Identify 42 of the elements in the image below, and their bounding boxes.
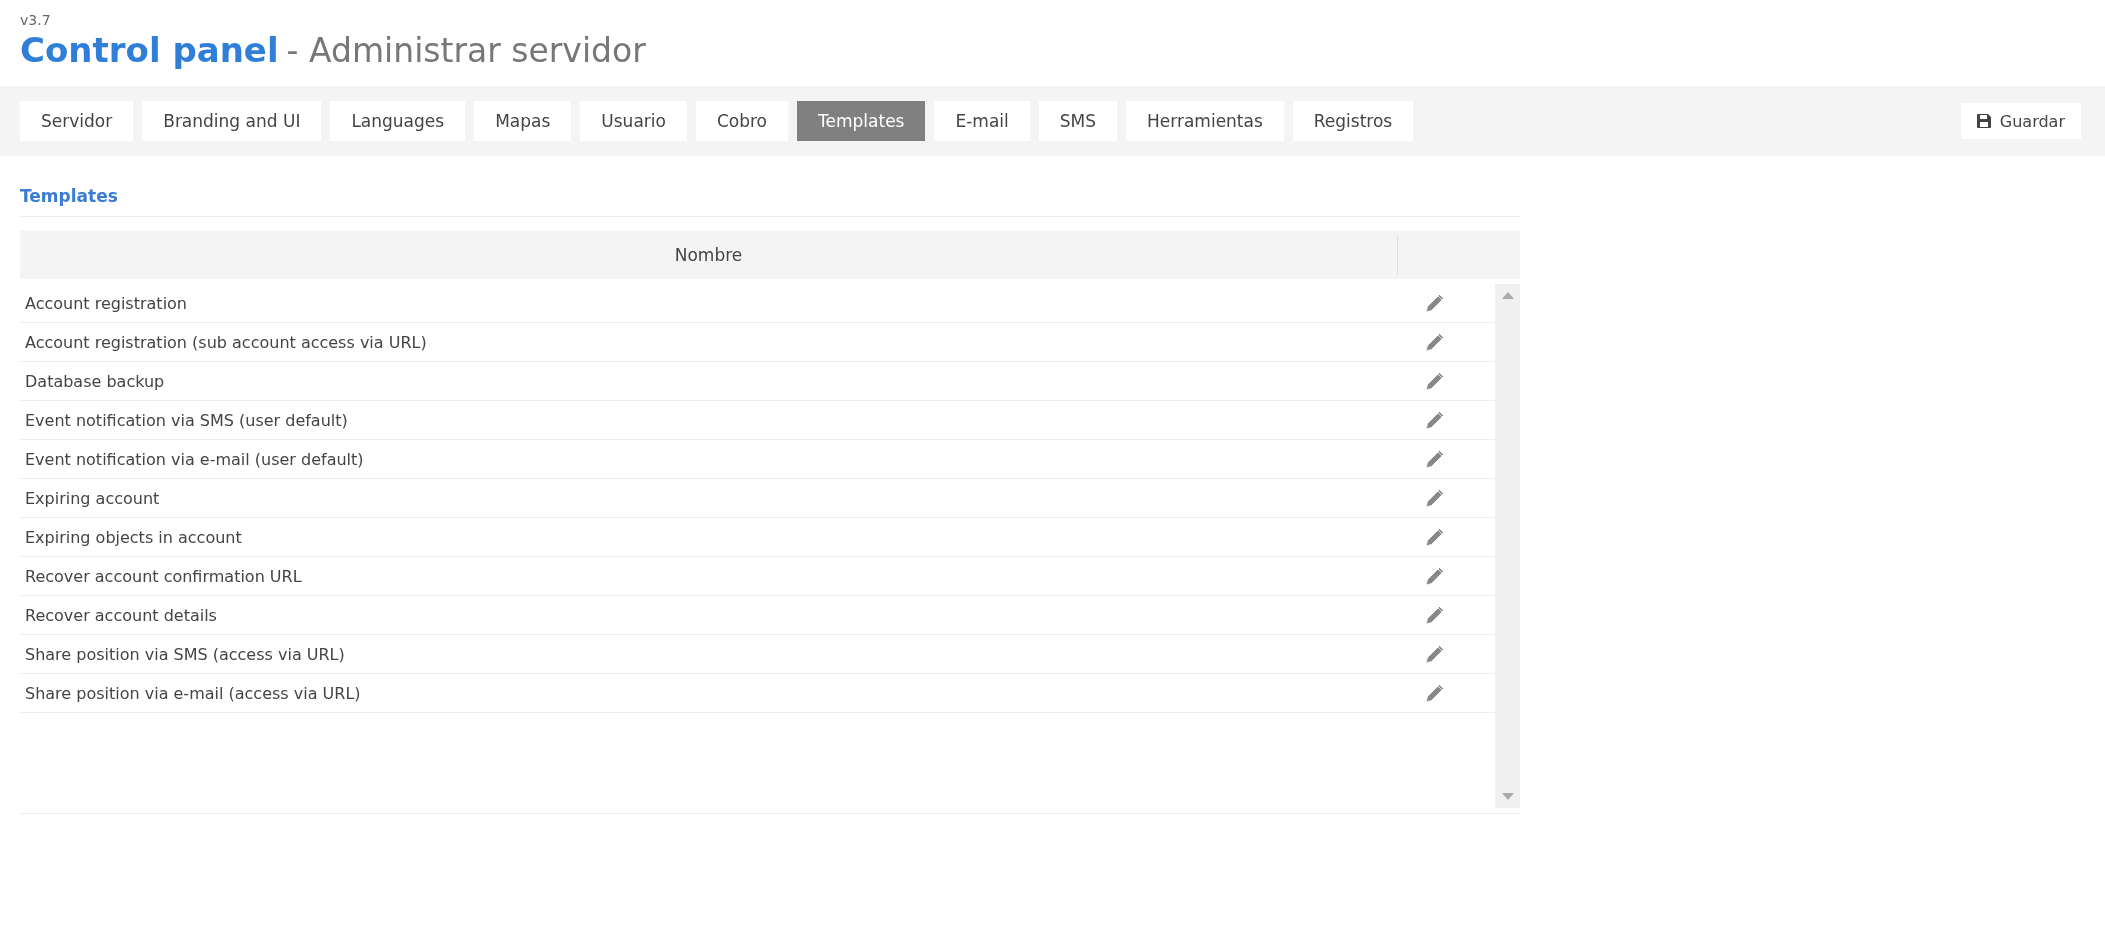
edit-pencil-icon[interactable]: [1425, 449, 1445, 469]
page-subtitle: - Administrar servidor: [286, 31, 646, 70]
section-title: Templates: [20, 186, 1520, 217]
template-name: Expiring objects in account: [24, 527, 243, 547]
template-name: Expiring account: [24, 488, 161, 508]
edit-pencil-icon[interactable]: [1425, 332, 1445, 352]
edit-pencil-icon[interactable]: [1425, 683, 1445, 703]
tab[interactable]: Cobro: [695, 101, 788, 141]
edit-pencil-icon[interactable]: [1425, 293, 1445, 313]
tab[interactable]: Usuario: [580, 101, 687, 141]
tab[interactable]: Languages: [330, 101, 466, 141]
template-name: Account registration: [24, 293, 188, 313]
tab[interactable]: Herramientas: [1126, 101, 1284, 141]
template-name: Account registration (sub account access via URL): [24, 332, 428, 352]
edit-pencil-icon[interactable]: [1425, 527, 1445, 547]
edit-pencil-icon[interactable]: [1425, 644, 1445, 664]
template-name: Share position via e-mail (access via URL): [24, 683, 362, 703]
version-label: v3.7: [20, 12, 52, 28]
save-button[interactable]: Guardar: [1960, 103, 2081, 139]
template-name: Recover account confirmation URL: [24, 566, 303, 586]
template-name: Recover account details: [24, 605, 218, 625]
edit-pencil-icon[interactable]: [1425, 371, 1445, 391]
tab[interactable]: Branding and UI: [142, 101, 322, 141]
scroll-down-arrow-icon[interactable]: [1501, 793, 1514, 800]
template-name: Event notification via SMS (user default): [24, 410, 349, 430]
tab[interactable]: Mapas: [474, 101, 572, 141]
tab[interactable]: Servidor: [20, 101, 134, 141]
tab[interactable]: E-mail: [934, 101, 1030, 141]
scroll-up-arrow-icon[interactable]: [1501, 292, 1514, 299]
edit-pencil-icon[interactable]: [1425, 410, 1445, 430]
template-name: Event notification via e-mail (user default): [24, 449, 365, 469]
edit-pencil-icon[interactable]: [1425, 605, 1445, 625]
column-header: Nombre: [674, 245, 743, 265]
edit-pencil-icon[interactable]: [1425, 566, 1445, 586]
template-name: Database backup: [24, 371, 166, 391]
page-title: Control panel: [20, 30, 279, 70]
tab[interactable]: SMS: [1038, 101, 1117, 141]
edit-pencil-icon[interactable]: [1425, 488, 1445, 508]
tab[interactable]: Templates: [797, 101, 926, 141]
template-name: Share position via SMS (access via URL): [24, 644, 346, 664]
scrollbar[interactable]: [1495, 284, 1520, 808]
tab[interactable]: Registros: [1292, 101, 1414, 141]
